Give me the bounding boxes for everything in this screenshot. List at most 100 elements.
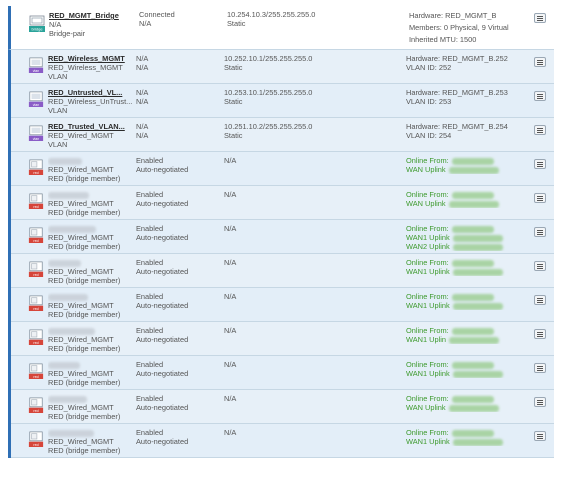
interface-name-link[interactable]: RED_Untrusted_VL... <box>48 88 122 97</box>
hamburger-icon-bar <box>537 127 543 129</box>
link-status: Auto-negotiated <box>136 335 189 344</box>
details-cell: Online From: WAN Uplink <box>406 394 531 412</box>
details-cell: Online From: WAN1 Uplink <box>406 258 531 276</box>
row-accent-bar <box>8 254 11 288</box>
online-from-label: Online From: <box>406 428 531 437</box>
ip-assignment: Static <box>224 63 243 72</box>
uplink-line: WAN1 Uplink <box>406 267 531 276</box>
redacted-value <box>451 157 494 165</box>
interface-kind: RED (bridge member) <box>48 412 121 421</box>
hamburger-icon-bar <box>537 161 543 163</box>
table-row[interactable]: red RED_Wired_MGMT RED (bridge member) Enab… <box>8 152 554 186</box>
redacted-name <box>48 361 80 369</box>
svg-text:vlan: vlan <box>33 137 40 141</box>
row-accent-bar <box>8 220 11 254</box>
row-accent-bar <box>8 322 11 356</box>
table-row[interactable]: red RED_Wired_MGMT RED (bridge member) Enab… <box>8 322 554 356</box>
redacted-value <box>452 243 503 251</box>
redacted-value <box>452 268 503 276</box>
online-from-label: Online From: <box>406 224 531 233</box>
uplink-line: WAN1 Uplink <box>406 369 531 378</box>
table-row[interactable]: vlan RED_Untrusted_VL... RED_Wireless_UnTr… <box>8 84 554 118</box>
row-menu-button[interactable] <box>534 13 546 23</box>
table-row[interactable]: red RED_Wired_MGMT RED (bridge member) Enab… <box>8 254 554 288</box>
online-text: Online From: <box>406 326 449 335</box>
detail-line: VLAN ID: 254 <box>406 131 452 140</box>
interface-kind: RED (bridge member) <box>48 208 121 217</box>
interface-kind: RED (bridge member) <box>48 174 121 183</box>
row-menu-button[interactable] <box>534 227 546 237</box>
interface-kind: Bridge-pair <box>49 29 86 38</box>
row-menu-button[interactable] <box>534 397 546 407</box>
hamburger-icon-bar <box>537 197 543 199</box>
redacted-name <box>48 259 81 267</box>
interface-subtitle: RED_Wired_MGMT <box>48 165 114 174</box>
redacted-name <box>48 191 89 199</box>
detail-line: Hardware: RED_MGMT_B.252 <box>406 54 508 63</box>
online-text: WAN Uplink <box>406 199 446 208</box>
row-menu-button[interactable] <box>534 363 546 373</box>
interface-subtitle: N/A <box>49 20 62 29</box>
ip-cell: N/A <box>224 394 399 403</box>
row-menu-button[interactable] <box>534 159 546 169</box>
table-row[interactable]: red RED_Wired_MGMT RED (bridge member) Enab… <box>8 390 554 424</box>
interface-name-link[interactable]: RED_MGMT_Bridge <box>49 11 119 20</box>
details-cell: Hardware: RED_MGMT_B.252 VLAN ID: 252 <box>406 54 531 72</box>
status-cell: Enabled Auto-negotiated <box>136 258 220 276</box>
red-device-icon: red <box>28 362 44 380</box>
table-row[interactable]: vlan RED_Wireless_MGMT RED_Wireless_MGMT VL… <box>8 50 554 84</box>
svg-text:red: red <box>33 273 38 277</box>
connection-status: N/A <box>136 88 149 97</box>
red-device-icon: red <box>28 294 44 312</box>
ip-cell: N/A <box>224 292 399 301</box>
online-text: Online From: <box>406 258 449 267</box>
vlan-icon: vlan <box>28 124 44 142</box>
detail-line: Hardware: RED_MGMT_B.254 <box>406 122 508 131</box>
row-menu-button[interactable] <box>534 193 546 203</box>
interface-name-link[interactable]: RED_Wireless_MGMT <box>48 54 125 63</box>
ip-address: 10.252.10.1/255.255.255.0 <box>224 54 313 63</box>
online-text: WAN1 Uplin <box>406 335 446 344</box>
hamburger-icon-bar <box>537 433 543 435</box>
red-device-icon: red <box>28 430 44 448</box>
table-row[interactable]: vlan RED_Trusted_VLAN... RED_Wired_MGMT VLA… <box>8 118 554 152</box>
table-row[interactable]: bridge RED_MGMT_Bridge N/A Bridge-pair Conne… <box>8 6 554 50</box>
redacted-name <box>48 429 94 437</box>
connection-status: Enabled <box>136 190 164 199</box>
interface-name-link[interactable]: RED_Trusted_VLAN... <box>48 122 125 131</box>
redacted-value <box>451 429 494 437</box>
online-from-label: Online From: <box>406 394 531 403</box>
row-menu-button[interactable] <box>534 125 546 135</box>
hamburger-icon-bar <box>537 299 543 301</box>
svg-text:vlan: vlan <box>33 69 40 73</box>
row-menu-button[interactable] <box>534 57 546 67</box>
table-row[interactable]: red RED_Wired_MGMT RED (bridge member) Enab… <box>8 356 554 390</box>
row-menu-button[interactable] <box>534 261 546 271</box>
interface-name-cell: RED_Trusted_VLAN... RED_Wired_MGMT VLAN <box>48 122 132 149</box>
table-row[interactable]: red RED_Wired_MGMT RED (bridge member) Enab… <box>8 220 554 254</box>
row-menu-button[interactable] <box>534 431 546 441</box>
uplink-line: WAN Uplink <box>406 403 531 412</box>
details-cell: Online From: WAN1 Uplin <box>406 326 531 344</box>
ip-assignment: Static <box>224 97 243 106</box>
row-menu-button[interactable] <box>534 329 546 339</box>
hamburger-icon-bar <box>537 195 543 197</box>
row-menu-button[interactable] <box>534 295 546 305</box>
link-status: Auto-negotiated <box>136 267 189 276</box>
table-row[interactable]: red RED_Wired_MGMT RED (bridge member) Enab… <box>8 424 554 458</box>
online-text: Online From: <box>406 190 449 199</box>
hamburger-icon-bar <box>537 131 543 133</box>
hamburger-icon-bar <box>537 403 543 405</box>
interface-subtitle: RED_Wireless_MGMT <box>48 63 123 72</box>
ip-cell: N/A <box>224 360 399 369</box>
interface-subtitle: RED_Wired_MGMT <box>48 233 114 242</box>
vlan-icon: vlan <box>28 90 44 108</box>
ip-address: N/A <box>224 292 237 301</box>
connection-status: Enabled <box>136 292 164 301</box>
table-row[interactable]: red RED_Wired_MGMT RED (bridge member) Enab… <box>8 186 554 220</box>
table-row[interactable]: red RED_Wired_MGMT RED (bridge member) Enab… <box>8 288 554 322</box>
row-menu-button[interactable] <box>534 91 546 101</box>
online-text: WAN2 Uplink <box>406 242 450 251</box>
interface-kind: RED (bridge member) <box>48 242 121 251</box>
svg-text:red: red <box>33 239 38 243</box>
